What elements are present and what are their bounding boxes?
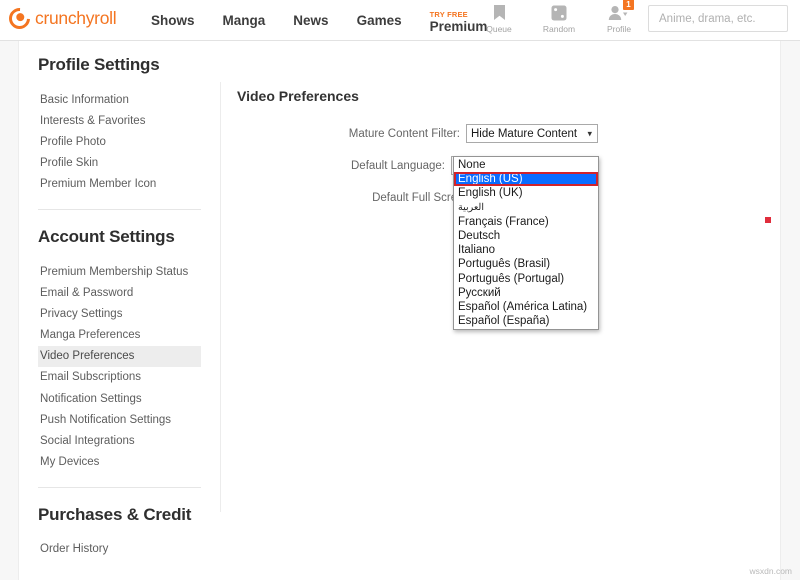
- form-row-mature-content-filter: Mature Content Filter: Hide Mature Conte…: [237, 122, 598, 145]
- nav-item-news[interactable]: News: [279, 0, 342, 41]
- sidebar-item-premium-membership-status[interactable]: Premium Membership Status: [38, 261, 201, 282]
- crunchyroll-logo[interactable]: crunchyroll: [9, 8, 116, 29]
- sidebar-item-privacy-settings[interactable]: Privacy Settings: [38, 303, 201, 324]
- bookmark-icon: [493, 3, 506, 22]
- nav-item-manga[interactable]: Manga: [209, 0, 280, 41]
- dropdown-option-russian[interactable]: Русский: [454, 286, 598, 300]
- chevron-down-icon: ▾: [587, 128, 592, 139]
- sidebar-item-email-password[interactable]: Email & Password: [38, 282, 201, 303]
- sidebar-heading-profile-settings: Profile Settings: [38, 55, 201, 75]
- select-mature-content-filter-value: Hide Mature Content: [471, 128, 577, 140]
- crunchyroll-logo-icon: [5, 4, 35, 34]
- sidebar-item-interests-favorites[interactable]: Interests & Favorites: [38, 110, 201, 131]
- dice-icon: [551, 3, 567, 22]
- sidebar-heading-account-settings: Account Settings: [38, 227, 201, 247]
- dropdown-option-espanol-america-latina[interactable]: Español (América Latina): [454, 300, 598, 314]
- content-vertical-divider: [220, 82, 221, 512]
- sidebar-item-profile-photo[interactable]: Profile Photo: [38, 131, 201, 152]
- sidebar-divider-1: [38, 209, 201, 210]
- sidebar-item-video-preferences[interactable]: Video Preferences: [38, 346, 201, 367]
- default-language-dropdown-list[interactable]: None English (US) English (UK) العربية F…: [453, 156, 599, 330]
- nav-item-games[interactable]: Games: [343, 0, 416, 41]
- random-label: Random: [543, 24, 575, 34]
- page-title: Video Preferences: [237, 88, 637, 104]
- page-root: crunchyroll Shows Manga News Games TRY F…: [0, 0, 800, 580]
- sidebar-heading-purchases-credit: Purchases & Credit: [38, 505, 201, 525]
- sidebar-divider-2: [38, 487, 201, 488]
- header-icon-group: Queue Random 1: [478, 3, 640, 34]
- sidebar-item-basic-information[interactable]: Basic Information: [38, 89, 201, 110]
- label-mature-content-filter: Mature Content Filter:: [349, 128, 466, 140]
- sidebar-item-profile-skin[interactable]: Profile Skin: [38, 153, 201, 174]
- search-box[interactable]: [648, 5, 788, 32]
- sidebar-item-push-notification-settings[interactable]: Push Notification Settings: [38, 409, 201, 430]
- site-header: crunchyroll Shows Manga News Games TRY F…: [0, 0, 800, 41]
- watermark-text: wsxdn.com: [749, 566, 792, 576]
- dropdown-option-none[interactable]: None: [454, 158, 598, 172]
- red-marker-dot: [765, 217, 771, 223]
- dropdown-option-deutsch[interactable]: Deutsch: [454, 229, 598, 243]
- dropdown-option-portugues-brasil[interactable]: Português (Brasil): [454, 257, 598, 271]
- sidebar-item-email-subscriptions[interactable]: Email Subscriptions: [38, 367, 201, 388]
- queue-button[interactable]: Queue: [478, 3, 520, 34]
- sidebar-item-premium-member-icon[interactable]: Premium Member Icon: [38, 174, 201, 195]
- queue-label: Queue: [486, 24, 512, 34]
- random-button[interactable]: Random: [538, 3, 580, 34]
- profile-label: Profile: [607, 24, 631, 34]
- dropdown-option-italiano[interactable]: Italiano: [454, 243, 598, 257]
- search-input[interactable]: [657, 12, 800, 26]
- dropdown-option-espanol-espana[interactable]: Español (España): [454, 314, 598, 328]
- sidebar-item-notification-settings[interactable]: Notification Settings: [38, 388, 201, 409]
- sidebar-item-order-history[interactable]: Order History: [38, 539, 201, 560]
- profile-button[interactable]: 1 Profile: [598, 3, 640, 34]
- settings-sidebar: Profile Settings Basic Information Inter…: [38, 55, 201, 560]
- try-free-label: TRY FREE: [430, 10, 468, 19]
- logo-text: crunchyroll: [35, 8, 116, 29]
- nav-item-shows[interactable]: Shows: [137, 0, 209, 41]
- sidebar-item-social-integrations[interactable]: Social Integrations: [38, 430, 201, 451]
- select-mature-content-filter[interactable]: Hide Mature Content ▾: [466, 124, 598, 143]
- dropdown-option-arabic[interactable]: العربية: [454, 201, 598, 215]
- sidebar-item-manga-preferences[interactable]: Manga Preferences: [38, 325, 201, 346]
- label-default-language: Default Language:: [351, 160, 451, 172]
- dropdown-option-english-us[interactable]: English (US): [454, 172, 598, 186]
- profile-notification-badge: 1: [623, 0, 634, 10]
- dropdown-option-portugues-portugal[interactable]: Português (Portugal): [454, 272, 598, 286]
- main-nav: Shows Manga News Games TRY FREE Premium: [137, 0, 501, 41]
- sidebar-item-my-devices[interactable]: My Devices: [38, 452, 201, 473]
- dropdown-option-english-uk[interactable]: English (UK): [454, 186, 598, 200]
- dropdown-option-francais-france[interactable]: Français (France): [454, 215, 598, 229]
